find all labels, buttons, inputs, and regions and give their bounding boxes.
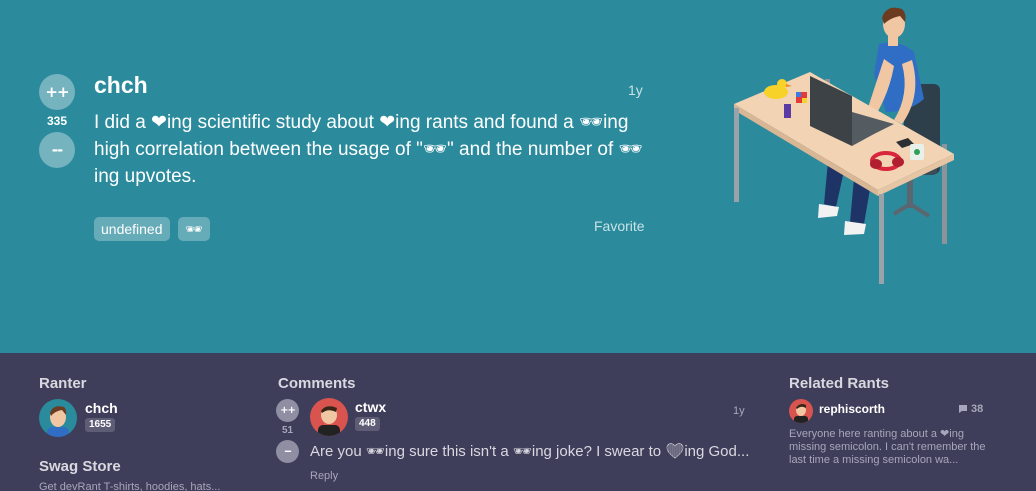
rant-score: 335 bbox=[46, 114, 68, 128]
related-avatar[interactable] bbox=[789, 399, 813, 423]
ranter-title: Ranter bbox=[39, 375, 87, 392]
comment-user-score-badge: 448 bbox=[355, 417, 380, 431]
related-username[interactable]: rephiscorth bbox=[819, 402, 885, 416]
comment-score: 51 bbox=[281, 425, 294, 436]
upvote-button[interactable]: ++ bbox=[39, 74, 75, 110]
developer-desk-illustration bbox=[734, 7, 954, 284]
user-avatar-icon bbox=[318, 406, 340, 436]
comments-title: Comments bbox=[278, 375, 356, 392]
can-icon bbox=[784, 104, 791, 118]
comment-text: Are you 🕶ing sure this isn't a 🕶ing joke… bbox=[310, 443, 750, 460]
related-rants-title: Related Rants bbox=[789, 375, 890, 392]
comment-avatar[interactable] bbox=[310, 398, 348, 436]
tag-undefined[interactable]: undefined bbox=[94, 217, 170, 241]
rant-body: I did a ❤ing scientific study about ❤ing… bbox=[94, 112, 643, 187]
chair-base bbox=[892, 201, 931, 218]
swag-store-text[interactable]: Get devRant T-shirts, hoodies, hats... bbox=[39, 481, 220, 491]
rant-view: ++ 335 -- chch 1y I did a ❤ing scientifi… bbox=[0, 0, 1036, 353]
comment-reply-button[interactable]: Reply bbox=[310, 470, 338, 482]
rant-username[interactable]: chch bbox=[94, 72, 148, 99]
swag-store-title: Swag Store bbox=[39, 458, 121, 475]
favorite-button[interactable]: Favorite bbox=[594, 218, 645, 234]
rant-details: Ranter chch 1655 Swag Store Get devRant … bbox=[0, 353, 1036, 491]
comment-username[interactable]: ctwx bbox=[355, 399, 386, 415]
comment-upvote-button[interactable]: ++ bbox=[276, 399, 299, 422]
desk-leg bbox=[734, 108, 739, 202]
ranter-avatar[interactable] bbox=[39, 399, 77, 437]
ranter-score-badge: 1655 bbox=[85, 418, 116, 432]
tag-sunglasses[interactable]: 🕶 bbox=[178, 217, 210, 241]
comment-bubble-icon bbox=[959, 405, 967, 413]
ranter-username[interactable]: chch bbox=[85, 400, 118, 416]
user-avatar-icon bbox=[47, 406, 69, 437]
related-comment-count: 38 bbox=[958, 403, 983, 415]
rubber-duck-head bbox=[777, 79, 787, 89]
downvote-button[interactable]: -- bbox=[39, 132, 75, 168]
related-comment-count-value: 38 bbox=[971, 403, 984, 415]
comment-timestamp: 1y bbox=[733, 405, 745, 417]
related-rant-text[interactable]: Everyone here ranting about a ❤ing missi… bbox=[789, 428, 994, 467]
user-avatar-icon bbox=[794, 404, 808, 423]
desk-leg bbox=[879, 194, 884, 284]
comment-downvote-button[interactable]: -- bbox=[276, 440, 299, 463]
rant-timestamp: 1y bbox=[628, 82, 643, 98]
